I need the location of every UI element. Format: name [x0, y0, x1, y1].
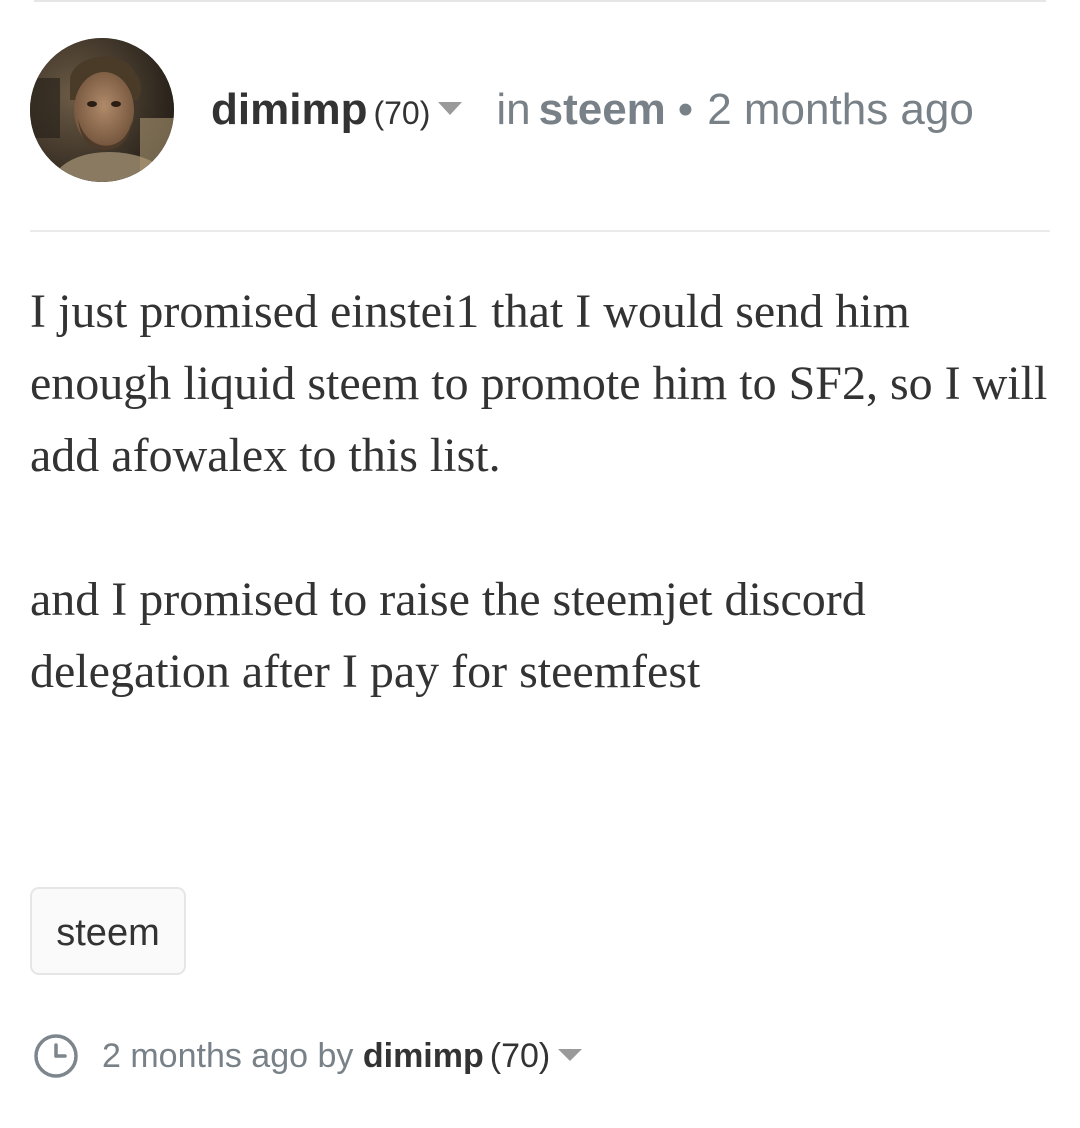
footer-timestamp[interactable]: 2 months ago	[102, 1037, 308, 1075]
body-paragraph: I just promised einstei1 that I would se…	[30, 285, 1048, 482]
in-label: in	[496, 85, 531, 134]
post-body: I just promised einstei1 that I would se…	[30, 276, 1060, 780]
tag-steem[interactable]: steem	[30, 887, 186, 975]
author-name-link[interactable]: dimimp	[211, 85, 367, 134]
caret-down-icon[interactable]	[438, 101, 463, 115]
author-reputation: (70)	[373, 95, 431, 131]
author-line: dimimp (70) in steem • 2 months ago	[211, 82, 974, 141]
separator-dot: •	[677, 85, 694, 134]
top-divider	[34, 0, 1046, 2]
footer-author-link[interactable]: dimimp	[363, 1037, 484, 1075]
author-avatar[interactable]	[30, 38, 174, 182]
post-timestamp[interactable]: 2 months ago	[707, 85, 974, 134]
avatar-photo	[30, 38, 174, 182]
body-paragraph: and I promised to raise the steemjet dis…	[30, 573, 866, 698]
caret-down-icon[interactable]	[558, 1049, 583, 1062]
post-header: dimimp (70) in steem • 2 months ago	[30, 38, 1050, 183]
footer-by-label: by	[317, 1037, 354, 1075]
post-footer: 2 months ago by dimimp (70)	[32, 1030, 583, 1082]
clock-icon	[32, 1032, 80, 1080]
footer-reputation: (70)	[489, 1037, 551, 1075]
category-link[interactable]: steem	[539, 85, 666, 134]
header-divider	[30, 230, 1050, 232]
